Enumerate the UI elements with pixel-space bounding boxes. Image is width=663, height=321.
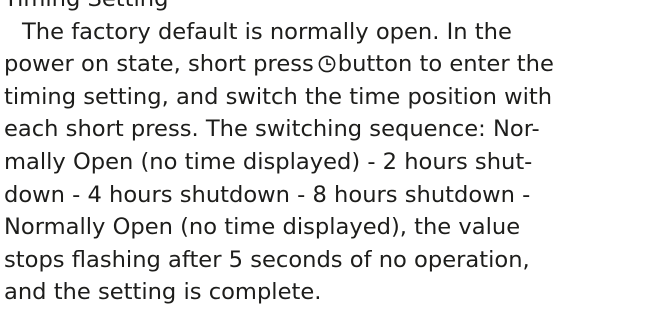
text-line-9: and the setting is complete.	[4, 279, 322, 306]
text-line-2: power on state, short press button to ent…	[4, 48, 659, 81]
clock-icon	[318, 55, 336, 73]
text-line-3: timing setting, and switch the time posi…	[4, 83, 553, 110]
text-line-6: down - 4 hours shutdown - 8 hours shutdo…	[4, 181, 531, 208]
section-heading: Timing Setting	[4, 0, 659, 16]
text-line-2-end: button to enter the	[337, 51, 554, 78]
text-line-7: Normally Open (no time displayed), the v…	[4, 214, 521, 241]
text-line-4: each short press. The switching sequence…	[4, 116, 540, 143]
text-line-5: mally Open (no time displayed) - 2 hours…	[4, 148, 533, 175]
text-line-2-start: power on state, short press	[4, 51, 314, 78]
manual-text-block: Timing Setting The factory default is no…	[4, 0, 659, 309]
text-line-8: stops flashing after 5 seconds of no ope…	[4, 246, 530, 273]
text-line-1: The factory default is normally open. In…	[22, 18, 512, 45]
